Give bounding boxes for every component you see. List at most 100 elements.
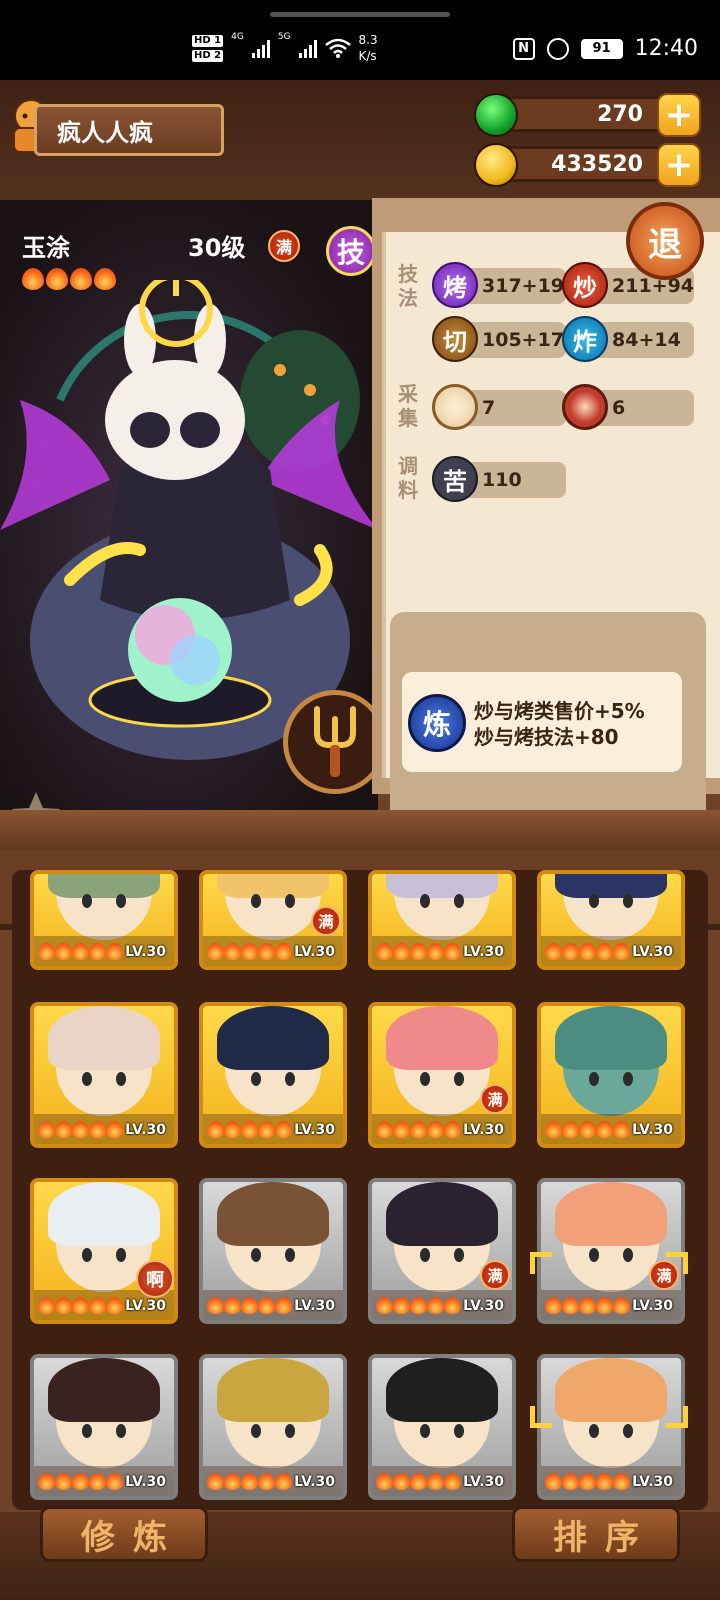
flame-icon xyxy=(393,1473,410,1490)
flame-icon xyxy=(38,1473,55,1490)
chef-card[interactable]: LV.30 xyxy=(368,870,516,970)
chef-card[interactable]: LV.30 xyxy=(537,1002,685,1148)
flame-icon xyxy=(613,1297,630,1314)
flame-icon xyxy=(562,1121,579,1138)
chef-card[interactable]: LV.30 xyxy=(30,1178,178,1324)
chef-card[interactable]: LV.30 满 xyxy=(537,1178,685,1324)
chef-eye xyxy=(420,1424,430,1438)
flame-icon xyxy=(393,1297,410,1314)
net1-label: 4G xyxy=(231,32,244,42)
chef-eye xyxy=(589,1072,599,1086)
flame-icon xyxy=(427,943,444,960)
game-scene: 疯人人疯 270 + 433520 + 玉涂 30级 满 技 技法 采集 调料 … xyxy=(0,80,720,1600)
skill-button[interactable]: 技 xyxy=(326,226,376,276)
flame-icon xyxy=(258,1473,275,1490)
flame-icon xyxy=(207,1121,224,1138)
chef-eye xyxy=(454,1072,464,1086)
chef-card[interactable]: LV.30 xyxy=(30,1002,178,1148)
flame-icon xyxy=(275,1297,292,1314)
net2-label: 5G xyxy=(277,32,291,42)
chef-card[interactable]: LV.30 满 xyxy=(368,1178,516,1324)
chef-card[interactable]: LV.30 xyxy=(537,1354,685,1500)
flame-icon xyxy=(241,1473,258,1490)
flame-icon xyxy=(258,1121,275,1138)
wifi-icon xyxy=(324,38,351,58)
chef-eye xyxy=(589,1424,599,1438)
refine-text: 炒与烤类售价+5% 炒与烤技法+80 xyxy=(474,698,645,750)
flame-icon xyxy=(89,1297,106,1314)
chef-eye xyxy=(251,1072,261,1086)
chef-card[interactable]: LV.30 xyxy=(368,1354,516,1500)
player-name-plate[interactable]: 疯人人疯 xyxy=(34,104,224,156)
card-level: LV.30 xyxy=(125,944,166,960)
card-level: LV.30 xyxy=(632,1298,673,1314)
hd2-badge: HD 2 xyxy=(192,49,224,62)
chef-card[interactable]: LV.30 xyxy=(30,870,178,970)
flame-icon xyxy=(562,1297,579,1314)
chef-card[interactable]: LV.30 xyxy=(537,870,685,970)
flame-icon xyxy=(545,1473,562,1490)
chef-eye xyxy=(589,894,599,908)
chef-eye xyxy=(454,1248,464,1262)
chef-card[interactable]: LV.30 满 xyxy=(368,1002,516,1148)
hd1-badge: HD 1 xyxy=(192,34,224,47)
chef-card[interactable]: LV.30 满 xyxy=(199,870,347,970)
notch-pill xyxy=(270,12,450,17)
card-flames xyxy=(38,1473,123,1490)
flame-icon xyxy=(106,1121,123,1138)
stat-value: 6 xyxy=(612,397,626,419)
stat-cut: 切 105+17 xyxy=(432,316,566,362)
flame-icon xyxy=(444,1297,461,1314)
flame-icon xyxy=(393,1121,410,1138)
flame-icon xyxy=(72,1473,89,1490)
flame-icon xyxy=(545,943,562,960)
selection-corner xyxy=(530,1406,552,1428)
add-coins-button[interactable]: + xyxy=(657,143,701,187)
flame-icon xyxy=(613,943,630,960)
coin-icon xyxy=(474,143,518,187)
flame-icon xyxy=(241,1121,258,1138)
character-level: 30级 xyxy=(188,234,246,262)
flame-icon xyxy=(410,1473,427,1490)
flame-icon xyxy=(106,1297,123,1314)
chef-eye xyxy=(589,1248,599,1262)
card-level: LV.30 xyxy=(125,1122,166,1138)
selection-corner xyxy=(666,1406,688,1428)
chef-eye xyxy=(285,894,295,908)
refine-badge: 炼 xyxy=(408,694,466,752)
flame-icon xyxy=(55,1297,72,1314)
cultivate-button[interactable]: 修炼 xyxy=(40,1506,208,1562)
special-badge: 啊 xyxy=(136,1260,174,1298)
add-jade-button[interactable]: + xyxy=(657,93,701,137)
flame-icon xyxy=(241,1297,258,1314)
card-flames xyxy=(38,1297,123,1314)
flame-icon xyxy=(72,1297,89,1314)
card-flames xyxy=(207,1473,292,1490)
chef-card[interactable]: LV.30 xyxy=(199,1002,347,1148)
signal1-icon xyxy=(251,38,270,58)
meat-icon xyxy=(562,384,608,430)
flame-icon xyxy=(376,943,393,960)
chef-eye xyxy=(82,894,92,908)
chef-eye xyxy=(420,1072,430,1086)
card-level: LV.30 xyxy=(632,1474,673,1490)
flame-icon xyxy=(427,1297,444,1314)
card-level: LV.30 xyxy=(294,1298,335,1314)
chef-eye xyxy=(623,894,633,908)
flame-icon xyxy=(72,943,89,960)
chef-eye xyxy=(82,1072,92,1086)
card-flames xyxy=(545,1297,630,1314)
chef-card[interactable]: LV.30 xyxy=(199,1178,347,1324)
chef-hair xyxy=(386,874,498,898)
sort-button[interactable]: 排序 xyxy=(512,1506,680,1562)
flame-icon xyxy=(579,943,596,960)
chef-hair xyxy=(386,1182,498,1246)
chef-card[interactable]: LV.30 xyxy=(30,1354,178,1500)
flame-icon xyxy=(258,1297,275,1314)
chef-hair xyxy=(217,1358,329,1422)
jade-counter: 270 + xyxy=(474,93,701,137)
jade-value: 270 xyxy=(597,101,643,127)
retreat-button[interactable]: 退 xyxy=(626,202,704,280)
chef-card[interactable]: LV.30 xyxy=(199,1354,347,1500)
shelf-top xyxy=(0,810,720,850)
